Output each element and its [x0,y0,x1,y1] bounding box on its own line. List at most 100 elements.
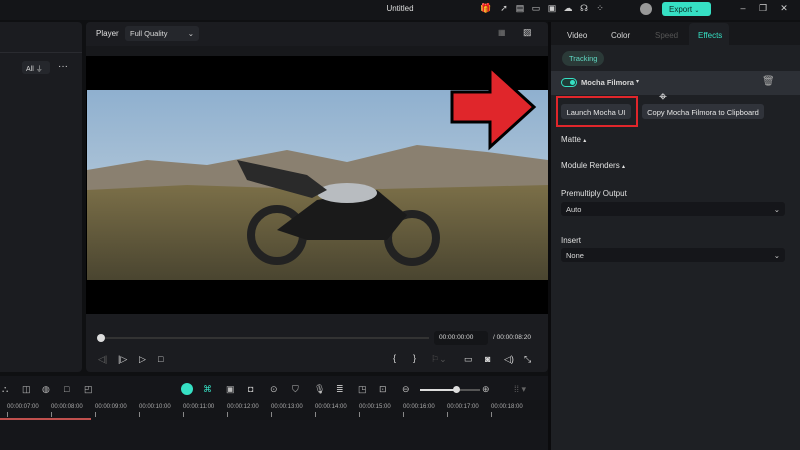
zoom-out-icon[interactable]: ⊖ [402,384,410,395]
play-icon[interactable]: ▷ [139,354,146,365]
restore-icon[interactable]: ❐ [757,3,769,15]
playback-icon[interactable]: ⊙ [270,384,278,395]
avatar[interactable] [640,3,652,15]
quality-dropdown[interactable]: Full Quality ⌄ [125,26,199,41]
ruler-tick-label: 00:00:10:00 [139,404,171,410]
send-icon[interactable]: ➚ [498,3,510,15]
layout-grid-icon[interactable]: ⁞⁞ ▾ [514,384,526,395]
ruler-tick-label: 00:00:11:00 [183,404,215,410]
time-ruler [0,400,548,420]
microphone-icon[interactable]: 🎙 [314,384,325,395]
filter-label: All [26,66,34,73]
ruler-tick-mark [95,412,96,417]
ruler-tick-mark [227,412,228,417]
tab-video[interactable]: Video [567,31,587,40]
scene-detect-icon[interactable]: ▣ [226,384,235,395]
effect-name[interactable]: Mocha Filmora [581,78,634,87]
matte-section[interactable]: Matte ▴ [561,135,586,144]
ruler-tick-label: 00:00:18:00 [491,404,523,410]
chevron-down-icon: ⌄ [773,251,780,260]
insert-select[interactable]: None ⌄ [561,248,785,262]
gift-icon[interactable]: 🎁 [480,3,492,15]
cloud-icon[interactable]: ☁ [562,3,574,15]
ai-copilot-icon[interactable] [181,383,193,395]
close-icon[interactable]: ✕ [778,3,790,15]
current-time[interactable]: 00:00:00:00 [434,331,488,345]
ruler-tick-mark [447,412,448,417]
zoom-slider-handle[interactable] [453,386,460,393]
notes-icon[interactable]: ▤ [514,3,526,15]
premultiply-label: Premultiply Output [561,189,627,198]
module-renders-section[interactable]: Module Renders ▴ [561,161,625,170]
divider [0,52,82,53]
prev-frame-icon[interactable]: ◁| [98,354,107,365]
mark-in-icon[interactable]: { [393,353,396,363]
ruler-tick-label: 00:00:15:00 [359,404,391,410]
ruler-tick-mark [7,412,8,417]
record-icon[interactable]: ◘ [248,384,253,394]
next-frame-icon[interactable]: |▷ [118,354,127,365]
fullscreen-icon[interactable]: ⤡ [524,354,531,365]
zoom-in-icon[interactable]: ⊕ [482,384,490,395]
red-arrow-annotation [450,63,537,151]
more-icon[interactable]: ··· [58,61,68,72]
premultiply-value: Auto [566,205,582,214]
timeline: ⛬ ◫ ◍ □ ◰ ⌘ ▣ ◘ ⊙ ⛉ 🎙 ≣ ◳ ⊡ ⊖ ⊕ ⁞⁞ ▾ 00:… [0,376,548,450]
shield-icon[interactable]: ⛉ [292,384,299,395]
ruler-tick-mark [139,412,140,417]
effect-toggle[interactable] [561,78,577,87]
apps-icon[interactable]: ⁘ [594,3,606,15]
panel-divider[interactable] [548,22,551,450]
caret-icon[interactable]: ▾ [636,78,639,85]
tab-color[interactable]: Color [611,31,630,40]
mask-icon[interactable]: ◫ [22,384,31,395]
audio-list-icon[interactable]: ≣ [336,384,344,395]
tab-effects[interactable]: Effects [698,31,722,40]
premultiply-select[interactable]: Auto ⌄ [561,202,785,216]
minimize-icon[interactable]: – [737,3,749,15]
translate-icon[interactable]: ◰ [84,384,93,395]
seek-handle[interactable] [97,334,105,342]
marker-icon[interactable]: ⚐⌄ [431,354,447,365]
stop-icon[interactable]: □ [158,354,163,364]
volume-icon[interactable]: ◁) [504,354,514,365]
grid-icon[interactable]: ▦ [498,28,506,37]
copy-to-clipboard-button[interactable]: Copy Mocha Filmora to Clipboard [642,104,764,119]
ruler-tick-mark [271,412,272,417]
mouse-cursor: ⌖ [659,88,667,104]
seek-bar[interactable] [101,337,429,339]
snap-icon[interactable]: ⌘ [203,384,212,395]
mark-out-icon[interactable]: } [413,353,416,363]
tab-speed[interactable]: Speed [655,31,678,40]
ruler-tick-label: 00:00:16:00 [403,404,435,410]
display-icon[interactable]: ▭ [464,354,473,365]
save-icon[interactable]: ▣ [546,3,558,15]
image-icon[interactable]: ▨ [523,27,532,38]
ruler-tick-label: 00:00:17:00 [447,404,479,410]
divider [86,46,548,56]
launch-mocha-button[interactable]: Launch Mocha UI [561,104,631,119]
ruler-tick-mark [491,412,492,417]
chevron-down-icon: ⌄ [187,29,194,38]
snapshot-icon[interactable]: ◙ [485,354,490,364]
pip-icon[interactable]: ◳ [358,384,367,395]
ruler-tick-mark [359,412,360,417]
headset-icon[interactable]: ☊ [578,3,590,15]
insert-value: None [566,251,584,260]
ruler-tick-label: 00:00:13:00 [271,404,303,410]
export-button[interactable]: Export ⌄ [662,2,711,16]
filter-dropdown[interactable]: All ⏚ [22,61,50,74]
crop-icon[interactable]: □ [64,384,69,394]
ruler-tick-label: 00:00:07:00 [7,404,39,410]
ruler-tick-label: 00:00:14:00 [315,404,347,410]
ai-portrait-icon[interactable]: ◍ [42,384,50,395]
ruler-tick-label: 00:00:08:00 [51,404,83,410]
tracking-chip[interactable]: Tracking [562,51,605,66]
layout-icon[interactable]: ▭ [530,3,542,15]
ruler-tick-label: 00:00:09:00 [95,404,127,410]
fit-icon[interactable]: ⊡ [379,384,387,395]
group-icon[interactable]: ⛬ [2,384,8,395]
zoom-slider[interactable] [420,389,480,391]
ruler-tick-mark [183,412,184,417]
trash-icon[interactable]: 🗑 [762,76,775,87]
